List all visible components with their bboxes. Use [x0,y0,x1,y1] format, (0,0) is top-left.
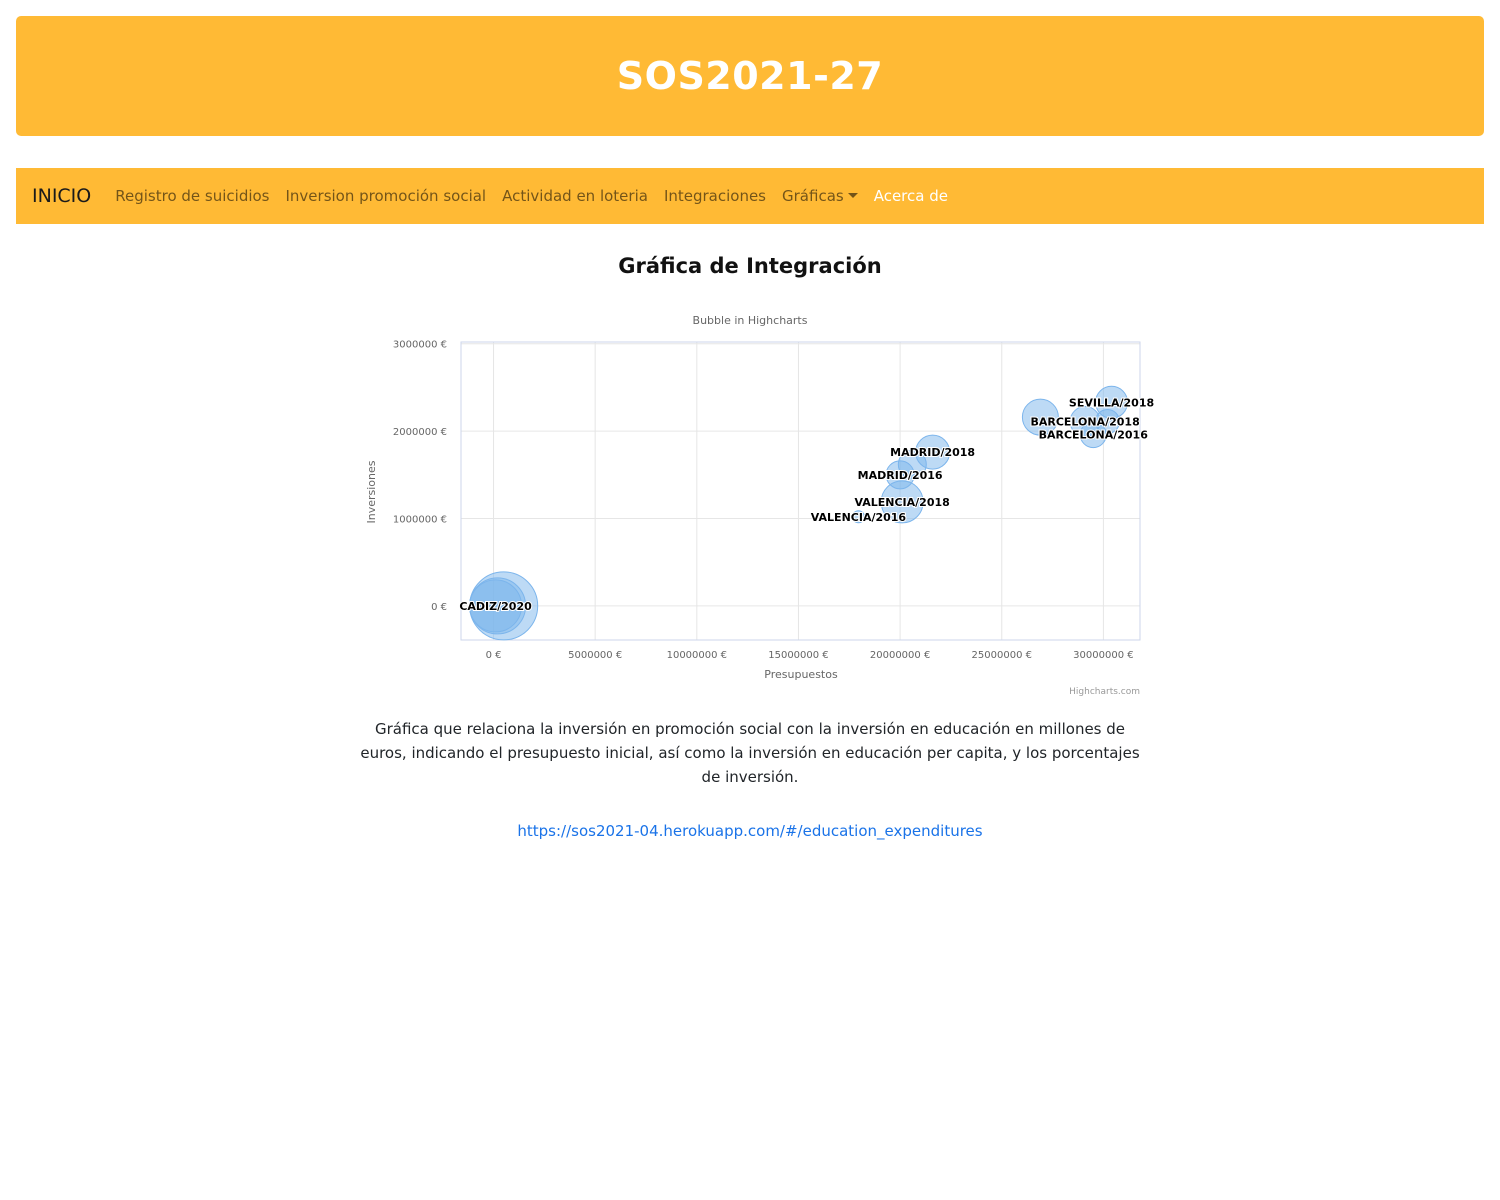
chart-credits[interactable]: Highcharts.com [1069,687,1140,697]
chart-description: Gráfica que relaciona la inversión en pr… [360,720,1140,786]
y-tick-label: 0 € [431,602,447,613]
bubble-data-label: CADIZ/2020 [459,600,532,613]
x-tick-label: 25000000 € [972,650,1032,661]
y-axis-title: Inversiones [365,460,378,523]
nav-item-acerca-de[interactable]: Acerca de [874,187,948,205]
site-header: SOS2021-27 [16,16,1484,136]
integration-link[interactable]: https://sos2021-04.herokuapp.com/#/educa… [0,822,1500,840]
bubble-chart: Bubble in Highcharts 0 € 5000000 € 1000000… [365,314,1155,697]
bubble-data-label: BARCELONA/2018 [1030,416,1139,429]
bubble-labels: CADIZ/2020 VALENCIA/2016 VALENCIA/2018 MADR… [458,395,1155,614]
x-tick-label: 20000000 € [870,650,930,661]
bubble-data-label: BARCELONA/2016 [1039,429,1149,442]
y-tick-label: 3000000 € [393,340,447,351]
y-tick-label: 2000000 € [393,427,447,438]
x-tick-label: 0 € [486,650,502,661]
x-tick-label: 10000000 € [667,650,727,661]
plot-border [460,341,1141,641]
bubble-data-label: MADRID/2016 [858,469,943,482]
x-tick-label: 5000000 € [568,650,622,661]
x-axis-ticks: 0 € 5000000 € 10000000 € 15000000 € 20000000… [486,650,1134,661]
y-tick-label: 1000000 € [393,515,447,526]
chart-grid [461,342,1140,640]
caret-down-icon [847,193,858,198]
site-title: SOS2021-27 [616,54,884,98]
bubble-data-label: MADRID/2018 [890,446,975,459]
nav-item-graficas-label: Gráficas [782,187,844,205]
page-title: Gráfica de Integración [618,254,882,278]
bubble-data-label: VALENCIA/2016 [811,511,907,524]
nav-item-actividad-loteria[interactable]: Actividad en loteria [502,187,648,205]
nav-item-inversion-promocion-social[interactable]: Inversion promoción social [286,187,487,205]
navbar: INICIO Registro de suicidios Inversion p… [16,168,1484,224]
x-tick-label: 30000000 € [1073,650,1133,661]
nav-brand-inicio[interactable]: INICIO [32,185,91,207]
x-tick-label: 15000000 € [768,650,828,661]
bubble-data-label: SEVILLA/2018 [1069,396,1154,409]
bubble-data-label: VALENCIA/2018 [854,496,949,509]
y-axis-ticks: 0 € 1000000 € 2000000 € 3000000 € [393,340,447,613]
nav-item-graficas-dropdown[interactable]: Gráficas [782,187,858,205]
chart-subtitle: Bubble in Highcharts [693,314,808,327]
nav-item-integraciones[interactable]: Integraciones [664,187,766,205]
nav-item-registro-suicidios[interactable]: Registro de suicidios [115,187,269,205]
x-axis-title: Presupuestos [764,668,838,681]
